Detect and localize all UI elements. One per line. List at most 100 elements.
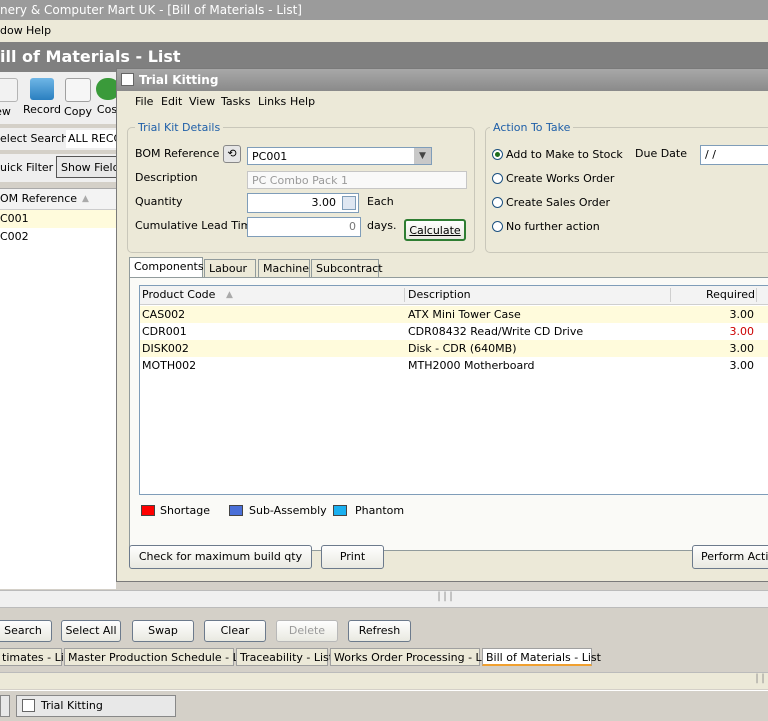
sort-asc-icon: ▲	[82, 194, 89, 204]
clear-button[interactable]: Clear	[204, 620, 266, 642]
taskbar-item-trial-kitting[interactable]: Trial Kitting	[16, 695, 176, 717]
menu-help[interactable]: Help	[290, 93, 315, 111]
description-cell: MTH2000 Motherboard	[408, 359, 535, 372]
perform-action-button[interactable]: Perform Action	[692, 545, 768, 569]
bom-reference-column[interactable]: OM Reference	[0, 192, 77, 205]
new-label: ew	[0, 105, 11, 118]
lead-time-value: 0	[349, 220, 356, 233]
bom-reference-value: PC001	[252, 150, 288, 163]
copy-button[interactable]: Copy	[62, 78, 94, 118]
sub-assembly-swatch	[229, 505, 243, 516]
refresh-button[interactable]: Refresh	[348, 620, 411, 642]
product-code-column[interactable]: Product Code	[142, 286, 215, 304]
delete-button: Delete	[276, 620, 338, 642]
table-row[interactable]: CAS002 ATX Mini Tower Case 3.00	[140, 306, 768, 323]
record-button[interactable]: Record	[22, 78, 62, 116]
cost-icon	[96, 78, 118, 100]
new-button[interactable]: ew	[0, 78, 18, 118]
radio-sales-order-label[interactable]: Create Sales Order	[506, 196, 610, 209]
tab-labour[interactable]: Labour	[204, 259, 256, 277]
select-search-dropdown[interactable]: ALL RECC	[66, 130, 120, 148]
table-row[interactable]: MOTH002 MTH2000 Motherboard 3.00	[140, 357, 768, 374]
search-label: Search	[4, 624, 42, 637]
menu-tasks[interactable]: Tasks	[221, 93, 250, 111]
tab-works-order-processing-list[interactable]: Works Order Processing - List	[330, 648, 495, 666]
filter-row: uick Filter Show Fields	[0, 154, 118, 182]
page-title-text: ill of Materials - List	[0, 47, 181, 66]
lookup-arrow-icon[interactable]: ⟲	[223, 145, 241, 163]
tab-estimates-list[interactable]: timates - List	[0, 648, 74, 666]
bom-list-header[interactable]: OM Reference ▲	[0, 189, 116, 210]
swap-button[interactable]: Swap	[132, 620, 194, 642]
bom-reference-label: BOM Reference	[135, 147, 220, 160]
column-divider	[404, 288, 405, 302]
required-cell: 3.00	[729, 342, 755, 355]
dialog-title-bar[interactable]: Trial Kitting	[117, 69, 768, 91]
column-divider	[756, 288, 757, 302]
chevron-down-icon[interactable]: ▼	[414, 148, 431, 164]
tab-machine[interactable]: Machine	[258, 259, 310, 277]
lead-time-label: Cumulative Lead Time	[135, 219, 259, 232]
quick-filter-label[interactable]: uick Filter	[0, 161, 53, 174]
bottom-button-bar: Search Select All Swap Clear Delete Refr…	[0, 614, 768, 646]
required-cell: 3.00	[729, 359, 755, 372]
tab-subcontract[interactable]: Subcontract	[311, 259, 383, 277]
radio-make-to-stock[interactable]	[492, 149, 503, 160]
menu-view[interactable]: View	[189, 93, 215, 111]
calculator-icon[interactable]	[342, 196, 356, 210]
tab-bill-of-materials-list[interactable]: Bill of Materials - List	[482, 648, 601, 666]
due-date-field[interactable]: / /	[700, 145, 768, 165]
list-item[interactable]: C001	[0, 210, 116, 228]
select-all-button[interactable]: Select All	[61, 620, 121, 642]
quantity-field[interactable]: 3.00	[247, 193, 359, 213]
menu-window[interactable]: dow	[0, 20, 23, 42]
menu-edit[interactable]: Edit	[161, 93, 182, 111]
description-cell: CDR08432 Read/Write CD Drive	[408, 325, 584, 338]
grid-header: Product Code ▲ Description Required	[140, 286, 768, 305]
phantom-swatch	[333, 505, 347, 516]
app-title: nery & Computer Mart UK - [Bill of Mater…	[0, 3, 302, 17]
record-label: Record	[22, 103, 61, 116]
check-max-build-label: Check for maximum build qty	[138, 550, 303, 563]
required-cell: 3.00	[729, 308, 755, 321]
clear-label: Clear	[220, 624, 250, 637]
dialog-title: Trial Kitting	[139, 73, 219, 87]
tab-components[interactable]: Components	[129, 257, 204, 277]
show-fields-button[interactable]: Show Fields	[56, 156, 118, 178]
table-row[interactable]: DISK002 Disk - CDR (640MB) 3.00	[140, 340, 768, 357]
search-button[interactable]: Search	[0, 620, 52, 642]
radio-make-to-stock-label[interactable]: Add to Make to Stock	[506, 148, 623, 161]
menu-file[interactable]: File	[135, 93, 153, 111]
taskbar-item-prev[interactable]	[0, 695, 10, 717]
radio-sales-order[interactable]	[492, 197, 503, 208]
radio-works-order[interactable]	[492, 173, 503, 184]
action-to-take-legend: Action To Take	[490, 121, 574, 134]
table-row[interactable]: CDR001 CDR08432 Read/Write CD Drive 3.00	[140, 323, 768, 340]
check-max-build-button[interactable]: Check for maximum build qty	[129, 545, 312, 569]
quantity-unit: Each	[367, 195, 394, 208]
description-field: PC Combo Pack 1	[247, 171, 467, 189]
menu-help[interactable]: Help	[26, 20, 51, 42]
tab-master-production-schedule-list[interactable]: Master Production Schedule - List	[64, 648, 252, 666]
radio-works-order-label[interactable]: Create Works Order	[506, 172, 614, 185]
quantity-label: Quantity	[135, 195, 183, 208]
description-column[interactable]: Description	[408, 286, 471, 304]
select-all-label: Select All	[65, 624, 117, 637]
tab-traceability-list[interactable]: Traceability - List	[236, 648, 333, 666]
print-button[interactable]: Print	[321, 545, 384, 569]
required-column[interactable]: Required	[706, 286, 755, 304]
radio-no-action[interactable]	[492, 221, 503, 232]
window-tabs: timates - List Master Production Schedul…	[0, 646, 768, 670]
status-bar: ||	[0, 672, 768, 689]
radio-no-action-label[interactable]: No further action	[506, 220, 600, 233]
horizontal-scrollbar[interactable]: |||	[0, 590, 768, 608]
list-item[interactable]: C002	[0, 228, 116, 246]
perform-action-label: Perform Action	[701, 550, 768, 563]
calculate-button[interactable]: Calculate	[404, 219, 466, 241]
cost-button[interactable]: Cos	[96, 78, 118, 116]
bom-reference-field[interactable]: PC001 ▼	[247, 147, 432, 165]
menu-links[interactable]: Links	[258, 93, 286, 111]
due-date-label: Due Date	[635, 147, 687, 160]
trial-kitting-dialog: Trial Kitting File Edit View Tasks Links…	[116, 68, 768, 582]
scrollbar-grip-icon: |||	[436, 591, 455, 602]
